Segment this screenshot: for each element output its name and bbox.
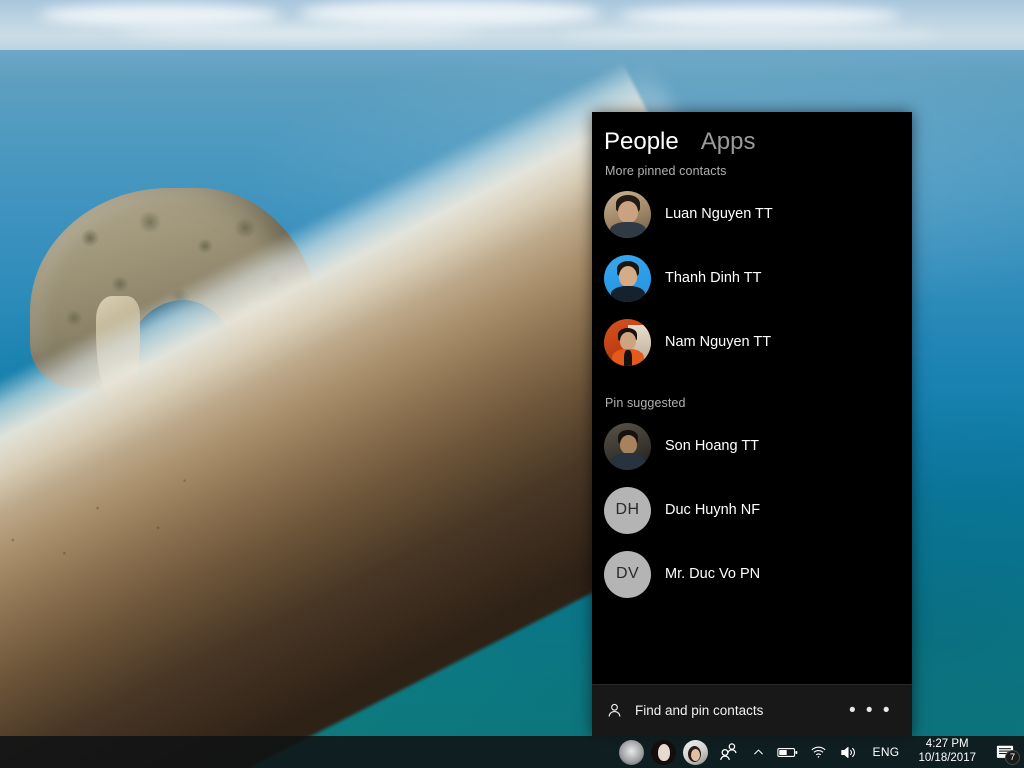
- avatar-photo-shirt: [624, 349, 632, 366]
- show-hidden-icons-button[interactable]: [746, 736, 771, 768]
- contact-list: More pinned contacts Luan Nguyen TT Than…: [592, 154, 912, 684]
- cloud: [620, 6, 900, 26]
- people-icon: [718, 742, 740, 762]
- network-button[interactable]: [804, 736, 833, 768]
- chevron-up-icon: [752, 746, 765, 759]
- avatar-photo-torso: [611, 285, 645, 302]
- battery-button[interactable]: [771, 736, 804, 768]
- people-button[interactable]: [712, 736, 746, 768]
- contact-name: Duc Huynh NF: [665, 502, 761, 518]
- find-and-pin-contacts-button[interactable]: Find and pin contacts: [606, 702, 831, 719]
- tab-people[interactable]: People: [604, 130, 679, 154]
- avatar-photo-face: [620, 434, 637, 454]
- avatar: [683, 739, 709, 765]
- taskbar: ENG 4:27 PM 10/18/2017 7: [0, 736, 1024, 768]
- avatar: [604, 318, 651, 366]
- contact-name: Mr. Duc Vo PN: [665, 566, 761, 582]
- cloud: [120, 26, 480, 40]
- taskbar-pinned-contact-1[interactable]: [616, 736, 648, 768]
- speaker-icon: [839, 745, 858, 760]
- section-label-pin-suggested: Pin suggested: [605, 396, 686, 410]
- contact-row[interactable]: DH Duc Huynh NF: [592, 478, 912, 542]
- avatar-photo: [619, 739, 645, 765]
- avatar-initials: DV: [604, 550, 651, 598]
- battery-icon: [776, 746, 798, 759]
- contact-name: Thanh Dinh TT: [665, 270, 762, 286]
- panel-tab-bar: People Apps: [592, 112, 912, 154]
- avatar-photo-face: [658, 743, 671, 761]
- panel-footer: Find and pin contacts • • •: [592, 684, 912, 736]
- avatar-photo-torso: [610, 221, 646, 238]
- wifi-icon: [810, 745, 827, 759]
- action-center-button[interactable]: 7: [986, 736, 1024, 768]
- taskbar-pinned-contact-3[interactable]: [680, 736, 712, 768]
- taskbar-pinned-contact-2[interactable]: [648, 736, 680, 768]
- avatar-photo-face: [619, 265, 637, 287]
- find-and-pin-contacts-label: Find and pin contacts: [635, 703, 764, 718]
- contact-name: Son Hoang TT: [665, 438, 760, 454]
- avatar: [651, 739, 677, 765]
- cloud: [560, 28, 940, 41]
- person-icon: [606, 702, 623, 719]
- notification-badge: 7: [1005, 750, 1020, 765]
- contact-row[interactable]: Thanh Dinh TT: [592, 246, 912, 310]
- avatar: [604, 254, 651, 302]
- clock-time: 4:27 PM: [925, 738, 969, 751]
- contact-name: Nam Nguyen TT: [665, 334, 772, 350]
- contact-row[interactable]: DV Mr. Duc Vo PN: [592, 542, 912, 606]
- volume-button[interactable]: [833, 736, 864, 768]
- avatar-initials: DH: [604, 486, 651, 534]
- tab-apps[interactable]: Apps: [701, 130, 756, 154]
- clock-date: 10/18/2017: [918, 752, 976, 764]
- more-options-button[interactable]: • • •: [843, 696, 898, 726]
- cloud: [40, 4, 280, 26]
- system-tray: ENG 4:27 PM 10/18/2017 7: [746, 736, 1024, 768]
- clock[interactable]: 4:27 PM 10/18/2017: [908, 736, 986, 768]
- language-indicator[interactable]: ENG: [864, 736, 909, 768]
- avatar-photo-torso: [611, 452, 645, 470]
- contact-row[interactable]: Nam Nguyen TT: [592, 310, 912, 374]
- avatar-photo-face: [620, 331, 636, 350]
- contact-name: Luan Nguyen TT: [665, 206, 773, 222]
- taskbar-pinned-contacts: [616, 736, 712, 768]
- contact-row[interactable]: Luan Nguyen TT: [592, 182, 912, 246]
- people-flyout-panel: People Apps More pinned contacts Luan Ng…: [592, 112, 912, 736]
- avatar: [604, 190, 651, 238]
- avatar: [604, 422, 651, 470]
- avatar: [619, 739, 645, 765]
- contact-row[interactable]: Son Hoang TT: [592, 414, 912, 478]
- avatar-photo-face: [691, 748, 701, 761]
- avatar-photo-face: [618, 200, 638, 223]
- cloud: [300, 0, 600, 26]
- section-label-more-pinned: More pinned contacts: [605, 164, 727, 178]
